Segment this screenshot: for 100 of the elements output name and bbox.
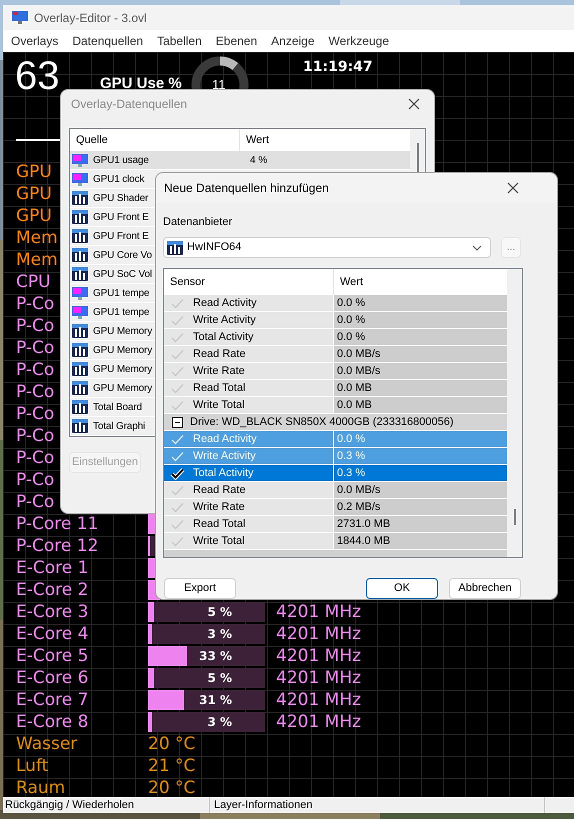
list-row[interactable]: Write Rate 0.0 MB/s: [164, 363, 508, 380]
source-name: GPU Front E: [93, 230, 149, 244]
checkbox[interactable]: [170, 314, 185, 326]
checkbox[interactable]: [170, 296, 185, 310]
list-row[interactable]: Read Rate 0.0 MB/s: [164, 482, 508, 499]
sensor-label: E-Core 4: [16, 623, 88, 645]
checkbox[interactable]: [170, 500, 185, 514]
frequency-text: 4201 MHz: [276, 623, 362, 645]
column-header[interactable]: Wert: [240, 129, 270, 151]
checkbox[interactable]: [170, 466, 185, 480]
checkbox[interactable]: [170, 364, 185, 378]
provider-dropdown[interactable]: HwINFO64: [163, 237, 491, 258]
field-label: Datenanbieter: [163, 215, 234, 229]
frequency-text: 4201 MHz: [276, 689, 362, 711]
menu-item[interactable]: Ebenen: [214, 32, 258, 50]
scrollbar[interactable]: [507, 269, 522, 557]
checkbox[interactable]: [170, 484, 185, 496]
sensor-label: P-Co: [16, 315, 54, 337]
source-name: Total Board: [93, 400, 142, 414]
sensor-label: E-Core 2: [16, 579, 88, 601]
source-value: 4 %: [249, 154, 268, 168]
chevron-icon: [472, 244, 482, 250]
bar-value: 5 %: [207, 604, 232, 620]
window-title: Overlay-Editor - 3.ovl: [34, 10, 147, 26]
checkbox[interactable]: [170, 450, 185, 462]
list-row[interactable]: Read Total 0.0 MB: [164, 380, 508, 397]
bar-value: 31 %: [199, 692, 232, 708]
dialog-button[interactable]: OK: [366, 578, 438, 599]
frequency-text: 4201 MHz: [276, 601, 362, 623]
column-header[interactable]: Wert: [334, 269, 364, 295]
sensor-label: P-Co: [16, 403, 54, 425]
monitor-icon: [72, 154, 88, 166]
sensor-value: 0.0 MB/s: [337, 482, 380, 498]
list-row[interactable]: Write Activity 0.0 %: [164, 312, 508, 329]
sensor-label: CPU: [16, 271, 51, 293]
dialog-title: Neue Datenquellen hinzufügen: [164, 180, 329, 197]
sensor-value: 0.0 %: [337, 330, 366, 345]
monitor-icon: [72, 172, 88, 186]
sensor-label: E-Core 8: [16, 711, 88, 733]
checkbox[interactable]: [170, 432, 185, 446]
sensor-name: Total Activity: [193, 466, 254, 481]
menu-item[interactable]: Anzeige: [270, 32, 316, 50]
sensor-label: GPU: [16, 161, 52, 183]
sensor-label: Mem: [16, 227, 58, 249]
frequency-text: 4201 MHz: [276, 711, 362, 733]
checkbox[interactable]: [170, 518, 185, 530]
list-row[interactable]: Read Rate 0.0 MB/s: [164, 346, 508, 363]
list-row[interactable]: Write Total 0.0 MB: [164, 397, 508, 414]
sensor-name: Write Total: [193, 398, 245, 413]
list-row[interactable]: Read Activity 0.0 %: [164, 295, 508, 312]
checkbox[interactable]: [170, 398, 185, 412]
sensor-label: E-Core 7: [16, 689, 88, 711]
close-icon: [408, 98, 420, 110]
sensor-label: GPU: [16, 183, 52, 205]
sensor-name: Write Activity: [193, 312, 256, 328]
sensor-label: Wasser: [16, 733, 78, 755]
menu-item[interactable]: Tabellen: [156, 32, 203, 50]
sensor-label: P-Co: [16, 469, 54, 491]
list-row[interactable]: Write Rate 0.2 MB/s: [164, 499, 508, 516]
sensor-name: Write Activity: [193, 448, 256, 464]
checkbox[interactable]: [170, 382, 185, 394]
collapse-icon: [172, 416, 183, 428]
bar-value: 5 %: [207, 670, 232, 686]
checkbox[interactable]: [170, 534, 185, 548]
group-row[interactable]: Drive: WD_BLACK SN850X 4000GB (233316800056): [164, 414, 508, 431]
sensor-name: Total Activity: [193, 330, 254, 345]
menu-item[interactable]: Werkzeuge: [328, 32, 390, 50]
status-text: Rückgängig / Wiederholen: [3, 797, 210, 813]
gauge-value: 11: [212, 77, 226, 92]
source-name: GPU Memory: [93, 344, 152, 358]
source-name: GPU Memory: [93, 362, 152, 376]
sensor-label: P-Co: [16, 447, 54, 469]
sensor-label: P-Co: [16, 359, 54, 381]
source-name: GPU Memory: [93, 324, 152, 338]
dialog-title: Overlay-Datenquellen: [71, 96, 188, 113]
list-row[interactable]: Total Activity 0.3 %: [164, 465, 508, 482]
source-name: GPU Core Vo: [93, 248, 152, 262]
sensor-label: GPU: [16, 205, 52, 227]
menu-item[interactable]: Datenquellen: [71, 32, 144, 50]
sensor-label: Luft: [16, 755, 48, 777]
sensor-label: P-Co: [16, 425, 54, 447]
checkbox[interactable]: [170, 330, 185, 344]
monitor-icon: [72, 286, 88, 300]
overlay-value: 63: [15, 53, 60, 100]
list-row[interactable]: Total Activity 0.0 %: [164, 329, 508, 346]
list-row[interactable]: Read Total 2731.0 MB: [164, 516, 508, 533]
source-name: GPU Memory: [93, 382, 152, 396]
sensor-label: E-Core 3: [16, 601, 88, 623]
menu-item[interactable]: Overlays: [10, 32, 60, 50]
dialog-button[interactable]: Export: [164, 578, 236, 599]
sensor-name: Read Total: [193, 516, 246, 532]
checkbox[interactable]: [170, 348, 185, 360]
source-name: Total Graphi: [93, 420, 146, 434]
source-name: GPU Shader: [93, 192, 148, 206]
dialog-button[interactable]: Abbrechen: [449, 578, 521, 599]
sensor-value: 2731.0 MB: [337, 516, 390, 532]
sensor-value: 0.0 MB/s: [337, 346, 380, 362]
list-row[interactable]: GPU1 usage 4 %: [70, 151, 410, 170]
list-row[interactable]: Write Total 1844.0 MB: [164, 533, 508, 550]
frequency-text: 4201 MHz: [276, 667, 362, 689]
